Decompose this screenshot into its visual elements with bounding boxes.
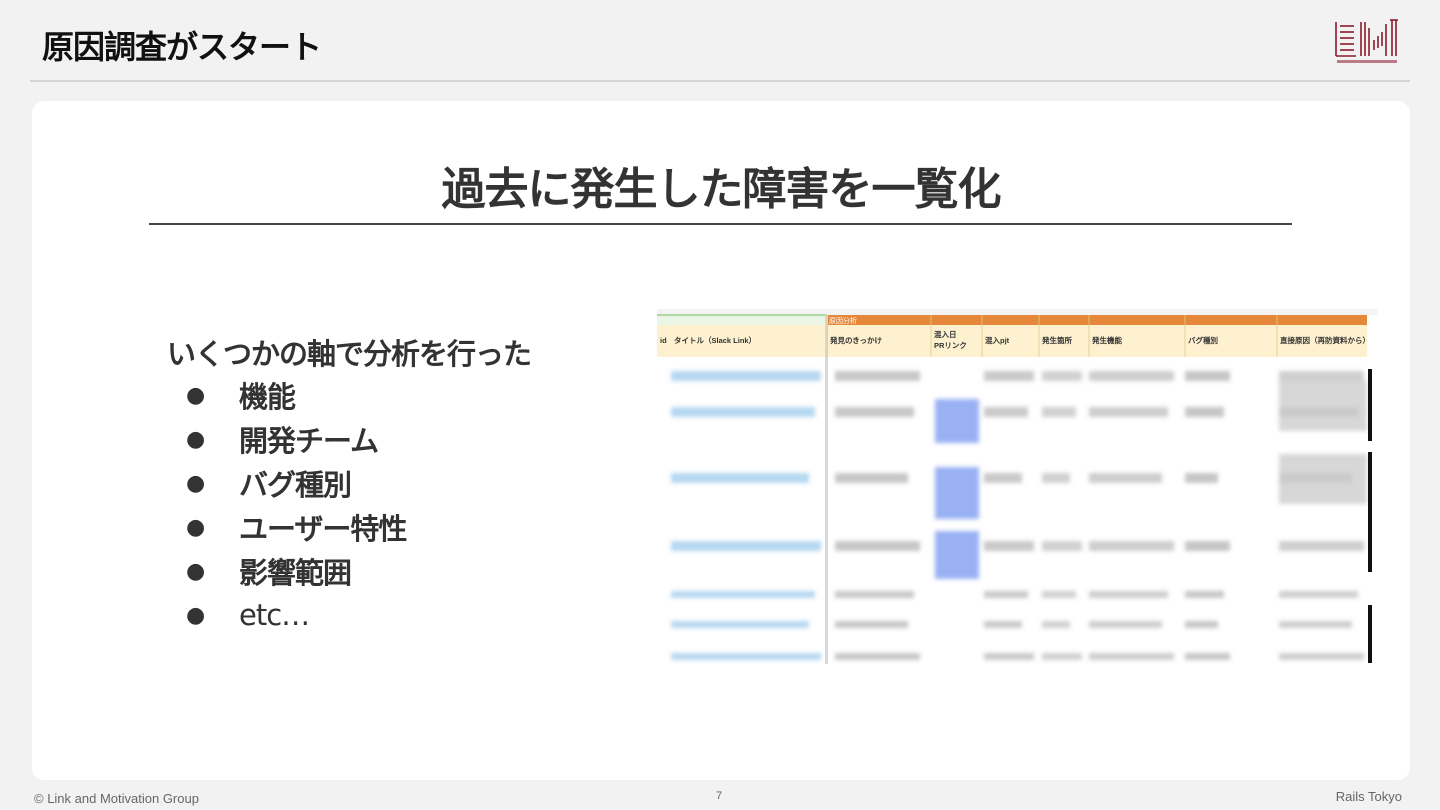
column-header: 発見のきっかけ xyxy=(829,335,882,345)
blurred-cell xyxy=(1185,591,1224,598)
blurred-cell xyxy=(984,653,1034,660)
bullet-icon: ● xyxy=(186,382,205,408)
blurred-cell xyxy=(835,473,908,483)
blurred-cell xyxy=(1279,621,1352,628)
blurred-cell xyxy=(835,407,914,417)
blurred-cell xyxy=(835,621,908,628)
blurred-cell xyxy=(1089,653,1174,660)
blurred-cell xyxy=(984,371,1034,381)
blurred-cell xyxy=(671,591,815,598)
blurred-link-cell xyxy=(935,467,979,519)
list-item: ● バグ種別 xyxy=(182,461,406,505)
link-and-motivation-group-logo xyxy=(1334,18,1400,68)
blurred-cell xyxy=(1089,473,1162,483)
slide-title: 原因調査がスタート xyxy=(42,28,322,66)
list-item-label: バグ種別 xyxy=(239,468,352,502)
blurred-cell xyxy=(671,541,821,551)
column-header: 直接原因（再防資料から） xyxy=(1280,335,1370,345)
title-underline xyxy=(149,223,1292,225)
blurred-link-cell xyxy=(935,531,979,579)
bullet-icon: ● xyxy=(186,426,205,452)
column-header: id xyxy=(660,336,667,345)
spreadsheet-screenshot: 原因分析 id タイトル（Slack Link） 発見のきっかけ 混入日 PRリンク 混入… xyxy=(657,309,1377,664)
column-header: PRリンク xyxy=(934,340,967,350)
card-title: 過去に発生した障害を一覧化 xyxy=(441,164,1002,215)
column-header: 混入日 xyxy=(934,329,957,339)
blurred-cell xyxy=(1185,541,1230,551)
blurred-cell xyxy=(1279,591,1358,598)
list-item: ● 影響範囲 xyxy=(182,549,406,593)
blurred-cell xyxy=(835,541,920,551)
blurred-cell xyxy=(1185,621,1218,628)
header-divider xyxy=(30,80,1410,82)
blurred-cell xyxy=(1042,371,1082,381)
blurred-cell xyxy=(984,407,1028,417)
column-header: 発生箇所 xyxy=(1041,335,1072,345)
list-item-label: ユーザー特性 xyxy=(239,512,407,546)
blurred-cell xyxy=(1089,591,1168,598)
column-header: 混入pjt xyxy=(985,335,1010,345)
list-item: ● 機能 xyxy=(182,373,406,417)
blurred-cell xyxy=(1089,407,1168,417)
content-card: 過去に発生した障害を一覧化 いくつかの軸で分析を行った ● 機能 ● 開発チーム ●… xyxy=(32,101,1410,780)
blurred-cell xyxy=(1089,371,1174,381)
column-header: タイトル（Slack Link） xyxy=(674,335,756,345)
list-item-label: etc… xyxy=(239,598,310,632)
blurred-cell xyxy=(1279,454,1367,504)
blurred-link-cell xyxy=(935,399,979,443)
list-item-label: 影響範囲 xyxy=(239,556,352,590)
list-item-label: 機能 xyxy=(239,380,296,414)
blurred-cell xyxy=(1089,541,1174,551)
bullet-icon: ● xyxy=(186,470,205,496)
blurred-cell xyxy=(1279,541,1364,551)
list-item: ● 開発チーム xyxy=(182,417,406,461)
blurred-cell xyxy=(984,621,1022,628)
blurred-cell xyxy=(1042,621,1070,628)
blurred-cell xyxy=(1279,653,1364,660)
blurred-cell xyxy=(984,541,1034,551)
group-header-bar xyxy=(827,315,1367,325)
bullet-icon: ● xyxy=(186,514,205,540)
blurred-cell xyxy=(1185,407,1224,417)
column-header: バグ種別 xyxy=(1188,335,1218,345)
column-header: 発生機能 xyxy=(1091,335,1122,345)
blurred-cell xyxy=(671,407,815,417)
list-item-label: 開発チーム xyxy=(239,424,379,458)
bullet-icon: ● xyxy=(186,558,205,584)
blurred-cell xyxy=(1089,621,1162,628)
blurred-cell xyxy=(1185,653,1230,660)
blurred-cell xyxy=(671,473,809,483)
analysis-lead-text: いくつかの軸で分析を行った xyxy=(167,337,532,371)
blurred-cell xyxy=(1042,591,1076,598)
blurred-cell xyxy=(1279,371,1364,381)
blurred-cell xyxy=(1042,407,1076,417)
analysis-axes-list: ● 機能 ● 開発チーム ● バグ種別 ● ユーザー特性 ● 影響範囲 ● etc… xyxy=(182,373,407,637)
blurred-cell xyxy=(671,653,821,660)
blurred-cell xyxy=(984,473,1022,483)
bullet-icon: ● xyxy=(186,602,205,628)
page-number: 7 xyxy=(716,790,723,802)
blurred-cell xyxy=(984,591,1028,598)
blurred-cell xyxy=(1185,371,1230,381)
blurred-cell xyxy=(1042,541,1082,551)
blurred-cell xyxy=(671,371,821,381)
footer-event-name: Rails Tokyo xyxy=(1335,789,1402,804)
spreadsheet-image: 原因分析 id タイトル（Slack Link） 発見のきっかけ 混入日PRリンク 混入… xyxy=(657,309,1377,664)
blurred-cell xyxy=(1185,473,1218,483)
list-item: ● etc… xyxy=(182,593,406,637)
blurred-cell xyxy=(1042,653,1082,660)
list-item: ● ユーザー特性 xyxy=(182,505,407,549)
group-header-label: 原因分析 xyxy=(829,316,857,325)
blurred-cell xyxy=(1042,473,1070,483)
blurred-cell xyxy=(1279,381,1367,431)
footer-copyright: © Link and Motivation Group xyxy=(34,791,199,806)
blurred-cell xyxy=(835,591,914,598)
blurred-cell xyxy=(835,653,920,660)
blurred-cell xyxy=(671,621,809,628)
blurred-cell xyxy=(835,371,920,381)
